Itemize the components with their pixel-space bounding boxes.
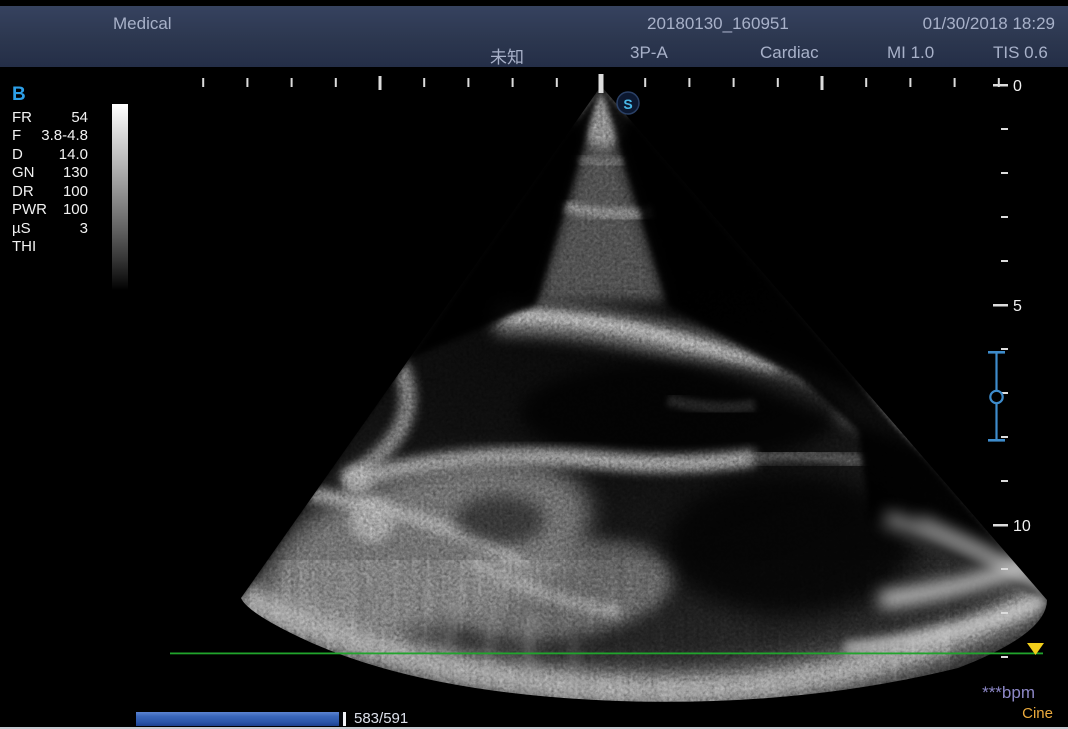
param-value: 100 <box>63 201 88 218</box>
param-pwr: PWR 100 <box>12 201 88 220</box>
param-label: GN <box>12 164 35 181</box>
ecg-baseline <box>170 653 1043 655</box>
cine-progress-fill <box>136 712 339 726</box>
param-fr: FR 54 <box>12 108 88 127</box>
param-value: 3.8-4.8 <box>41 127 88 144</box>
param-d: D 14.0 <box>12 145 88 164</box>
param-value: 100 <box>63 183 88 200</box>
param-gn: GN 130 <box>12 164 88 183</box>
width-ruler <box>202 74 1000 93</box>
param-value: 14.0 <box>59 146 88 163</box>
param-label: µS <box>12 220 31 237</box>
depth-label-10: 10 <box>1013 518 1031 535</box>
param-value: 3 <box>80 220 88 237</box>
cine-mode-label: Cine <box>1013 705 1053 722</box>
param-label: D <box>12 146 23 163</box>
param-label: F <box>12 127 21 144</box>
param-value: 130 <box>63 164 88 181</box>
frame-counter: 583/591 <box>354 710 408 727</box>
param-dr: DR 100 <box>12 182 88 201</box>
orientation-logo: S <box>617 92 639 114</box>
param-label: DR <box>12 183 34 200</box>
param-thi: THI <box>12 238 88 257</box>
b-mode-image: 0 5 10 S <box>0 0 1068 729</box>
cine-position-marker <box>343 712 346 726</box>
param-label: THI <box>12 238 36 255</box>
ultrasound-fan <box>0 69 1068 729</box>
param-f: F 3.8-4.8 <box>12 127 88 146</box>
heart-rate-display: ***bpm <box>955 683 1035 703</box>
cine-progress-bar[interactable] <box>136 712 346 726</box>
focus-marker[interactable] <box>988 351 1005 442</box>
grayscale-bar <box>112 104 128 290</box>
param-value: 54 <box>71 109 88 126</box>
param-us: µS 3 <box>12 219 88 238</box>
param-label: PWR <box>12 201 47 218</box>
depth-label-5: 5 <box>1013 298 1022 315</box>
depth-label-0: 0 <box>1013 78 1022 95</box>
imaging-params: B FR 54 F 3.8-4.8 D 14.0 GN 130 DR 100 P… <box>12 85 88 256</box>
logo-letter: S <box>623 96 632 112</box>
mode-indicator: B <box>12 85 88 105</box>
param-label: FR <box>12 109 32 126</box>
